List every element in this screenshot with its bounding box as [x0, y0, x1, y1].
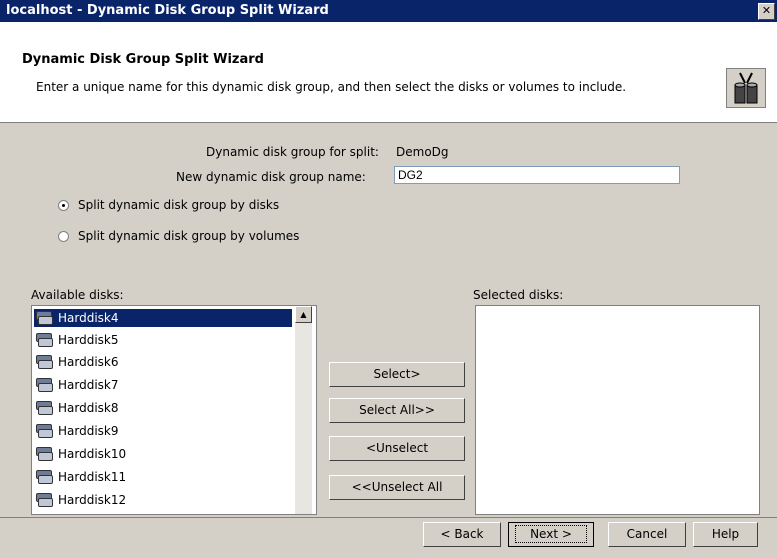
header-title: Dynamic Disk Group Split Wizard [22, 52, 264, 67]
select-all-button[interactable]: Select All>> [329, 398, 465, 423]
list-item[interactable]: Harddisk8 [34, 399, 292, 417]
unselect-button[interactable]: <Unselect [329, 436, 465, 461]
disk-name: Harddisk4 [58, 311, 119, 325]
disk-name: Harddisk5 [58, 333, 119, 347]
cancel-button[interactable]: Cancel [608, 522, 686, 547]
disk-name: Harddisk6 [58, 355, 119, 369]
header-subtitle: Enter a unique name for this dynamic dis… [36, 80, 627, 94]
scroll-up-arrow-icon[interactable]: ▲ [295, 306, 312, 323]
disk-name: Harddisk9 [58, 424, 119, 438]
list-item[interactable]: Harddisk5 [34, 331, 292, 349]
list-item[interactable]: Harddisk12 [34, 491, 292, 509]
radio-split-by-disks[interactable]: Split dynamic disk group by disks [58, 198, 279, 212]
disk-name: Harddisk8 [58, 401, 119, 415]
selected-disks-label: Selected disks: [473, 288, 564, 302]
list-item[interactable]: Harddisk6 [34, 353, 292, 371]
disk-icon [36, 424, 53, 438]
wizard-header: Dynamic Disk Group Split Wizard Enter a … [0, 22, 777, 123]
wizard-window: localhost - Dynamic Disk Group Split Wiz… [0, 0, 777, 557]
radio-split-by-volumes[interactable]: Split dynamic disk group by volumes [58, 229, 299, 243]
next-button[interactable]: Next > [508, 522, 594, 547]
close-button[interactable]: ✕ [758, 3, 775, 20]
help-button[interactable]: Help [693, 522, 758, 547]
disk-icon [36, 401, 53, 415]
disk-name: Harddisk11 [58, 470, 127, 484]
split-group-label: Dynamic disk group for split: [206, 145, 379, 159]
vertical-scrollbar[interactable]: ▲ [295, 306, 312, 514]
list-item[interactable]: Harddisk7 [34, 376, 292, 394]
radio-disks-label: Split dynamic disk group by disks [78, 198, 280, 212]
split-group-value: DemoDg [396, 145, 449, 159]
disk-name: Harddisk10 [58, 447, 127, 461]
title-bar: localhost - Dynamic Disk Group Split Wiz… [0, 0, 777, 22]
list-item[interactable]: Harddisk9 [34, 422, 292, 440]
disk-name: Harddisk7 [58, 378, 119, 392]
available-disks-label: Available disks: [31, 288, 124, 302]
wizard-disks-icon [726, 68, 766, 108]
new-group-name-input[interactable] [394, 166, 680, 184]
available-disks-list[interactable]: Harddisk4 Harddisk5 Harddisk6 Harddisk7 … [31, 305, 317, 515]
list-item[interactable]: Harddisk10 [34, 445, 292, 463]
back-button[interactable]: < Back [423, 522, 501, 547]
new-name-label: New dynamic disk group name: [176, 170, 366, 184]
window-title: localhost - Dynamic Disk Group Split Wiz… [6, 3, 329, 18]
radio-volumes-label: Split dynamic disk group by volumes [78, 229, 300, 243]
list-item[interactable]: Harddisk4 [34, 309, 292, 327]
next-button-label: Next > [515, 525, 587, 543]
selected-disks-list[interactable] [475, 305, 760, 515]
disk-name: Harddisk12 [58, 493, 127, 507]
disk-icon [36, 355, 53, 369]
radio-button[interactable] [58, 230, 69, 242]
disk-icon [36, 333, 53, 347]
disk-icon [36, 493, 53, 507]
disk-icon [36, 311, 53, 325]
select-button[interactable]: Select> [329, 362, 465, 387]
radio-button-checked[interactable] [58, 199, 69, 211]
disk-icon [36, 447, 53, 461]
disk-icon [36, 470, 53, 484]
disk-icon [36, 378, 53, 392]
list-item[interactable]: Harddisk11 [34, 468, 292, 486]
unselect-all-button[interactable]: <<Unselect All [329, 475, 465, 500]
